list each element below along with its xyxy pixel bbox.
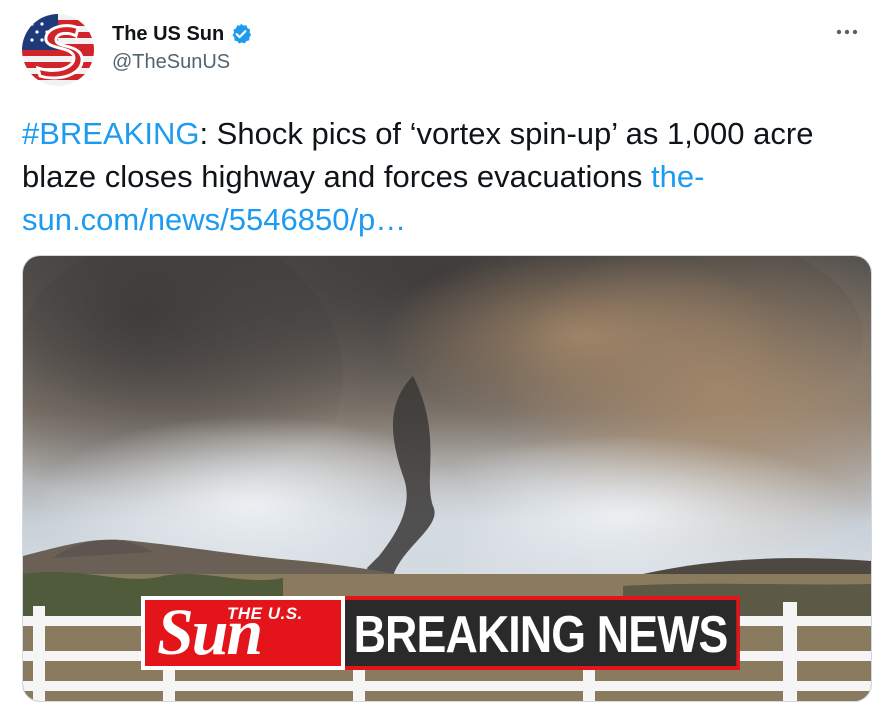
tweet-media-image[interactable]: Sun THE U.S. BREAKING NEWS [22,255,872,702]
banner-logo-top: THE U.S. [227,604,303,623]
author-info[interactable]: The US Sun @TheSunUS [112,20,252,74]
breaking-news-banner: Sun THE U.S. BREAKING NEWS [141,596,804,670]
more-dots-icon [836,29,858,35]
more-options-button[interactable] [833,18,861,46]
hashtag-link[interactable]: #BREAKING [22,116,199,151]
us-sun-banner-logo: Sun THE U.S. [141,596,345,670]
verified-badge-icon [230,23,252,45]
banner-breaking-news-text: BREAKING NEWS [345,596,740,670]
tweet-text: #BREAKING: Shock pics of ‘vortex spin-up… [22,112,862,241]
us-sun-logo-icon [22,14,94,86]
display-name[interactable]: The US Sun [112,23,224,46]
author-handle[interactable]: @TheSunUS [112,51,252,74]
tweet-card[interactable]: The US Sun @TheSunUS #BREAKING: Shock pi… [0,0,877,721]
author-avatar[interactable] [22,14,94,86]
